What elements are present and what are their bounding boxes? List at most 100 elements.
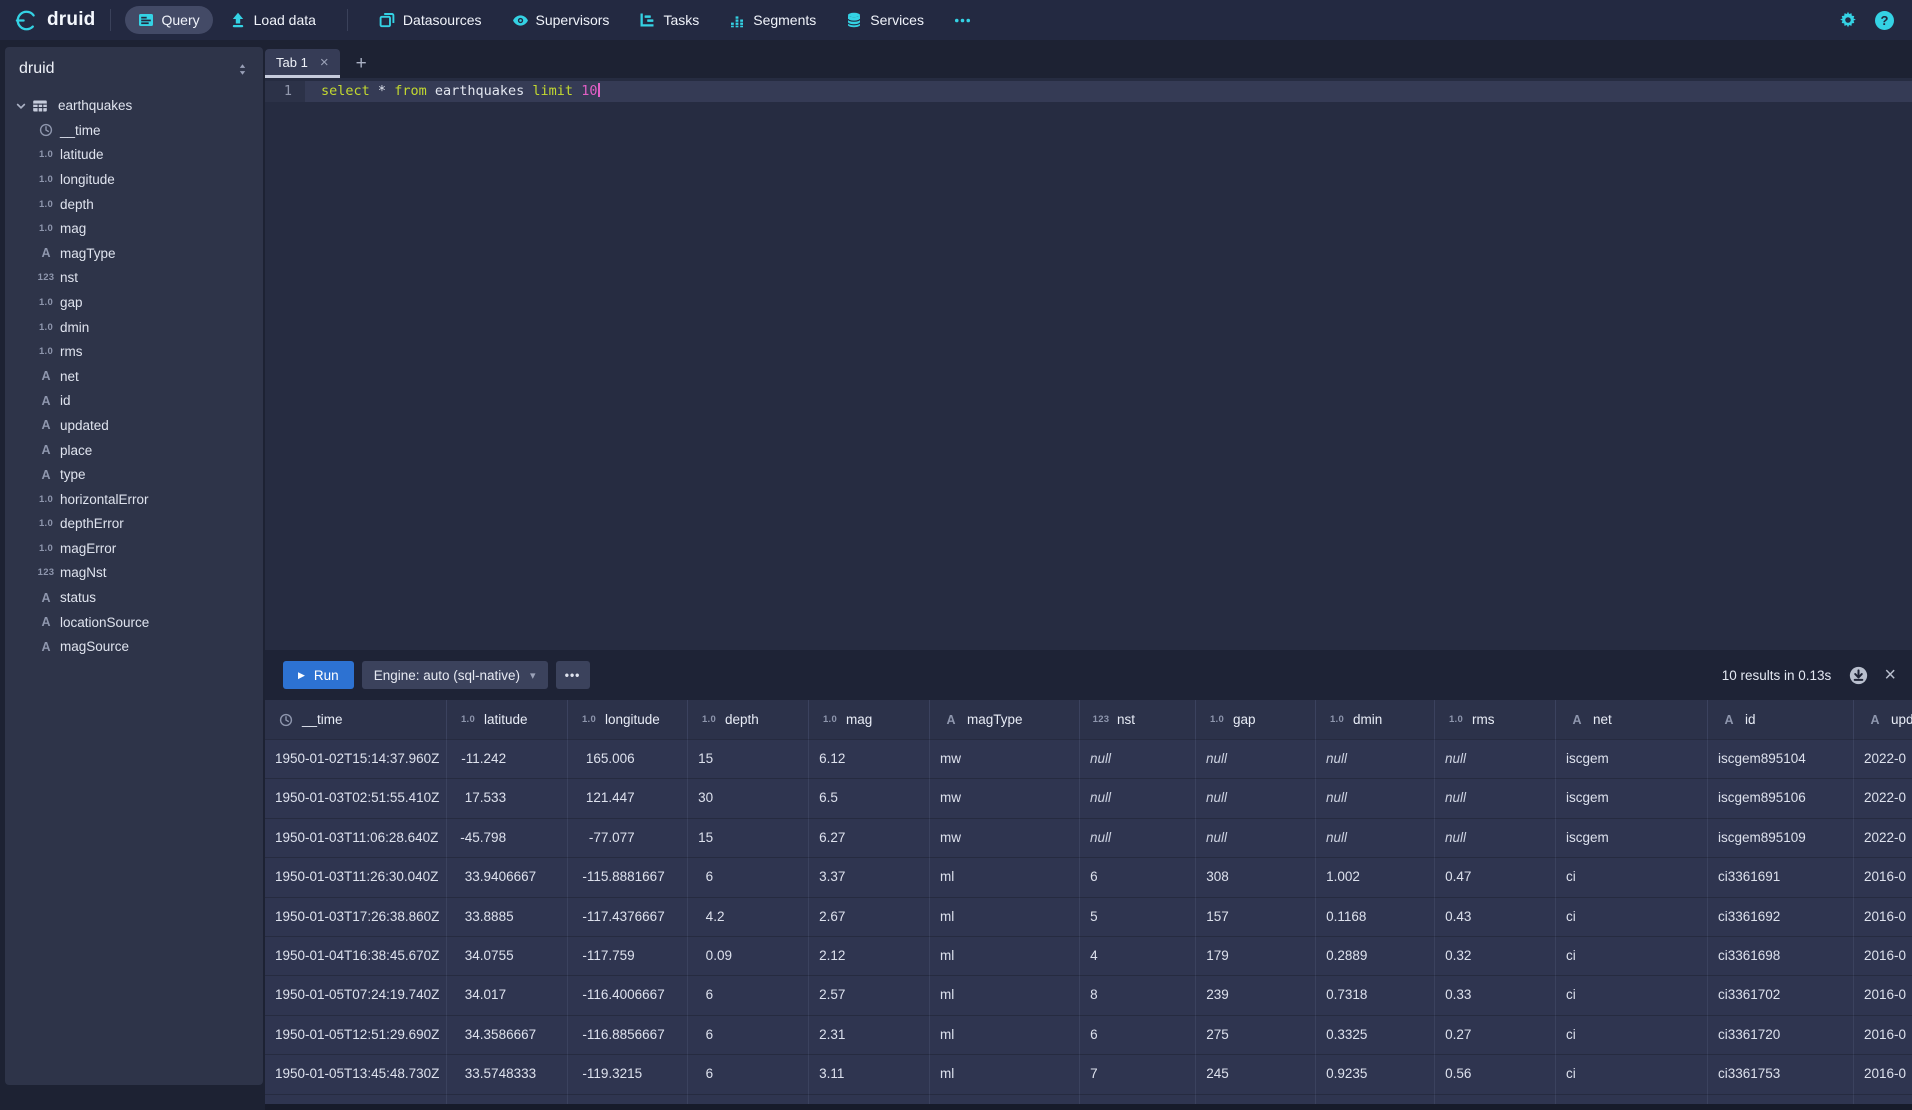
cell-gap[interactable]: null [1196, 819, 1316, 858]
cell-depth[interactable]: 4.2 [688, 898, 809, 937]
nav-item-datasources[interactable]: Datasources [366, 6, 495, 34]
cell-mag[interactable]: 6.5 [809, 779, 930, 818]
column-header-nst[interactable]: 123nst [1080, 700, 1196, 740]
column-header-longitude[interactable]: 1.0longitude [568, 700, 688, 740]
cell-time[interactable]: 1950-01-03T11:06:28.640Z [265, 819, 447, 858]
cell-time[interactable]: 1950-01-03T11:26:30.040Z [265, 858, 447, 897]
run-button[interactable]: ▶ Run [283, 661, 354, 689]
cell-longitude[interactable]: -116.4006667 [568, 976, 688, 1015]
cell-gap[interactable]: 179 [1196, 937, 1316, 976]
cell-longitude[interactable]: 165.006 [568, 740, 688, 779]
cell-depth[interactable]: 30 [688, 779, 809, 818]
sidebar-column-dmin[interactable]: 1.0dmin [5, 315, 263, 340]
cell-latitude[interactable]: -45.798 [447, 819, 568, 858]
nav-item-segments[interactable]: Segments [716, 6, 829, 34]
cell-time[interactable]: 1950-01-05T07:24:19.740Z [265, 976, 447, 1015]
tab-close-icon[interactable]: × [320, 55, 329, 70]
cell-longitude[interactable]: -77.077 [568, 819, 688, 858]
cell-nst[interactable]: null [1080, 779, 1196, 818]
sidebar-column-horizontalerror[interactable]: 1.0horizontalError [5, 487, 263, 512]
sidebar-column-place[interactable]: Aplace [5, 438, 263, 463]
sidebar-column-time[interactable]: __time [5, 118, 263, 143]
new-tab-button[interactable]: + [356, 54, 367, 78]
sidebar-column-longitude[interactable]: 1.0longitude [5, 167, 263, 192]
help-icon[interactable]: ? [1875, 11, 1894, 30]
cell-nst[interactable]: 6 [1080, 858, 1196, 897]
cell-id[interactable]: ci3361698 [1708, 937, 1854, 976]
tab-1[interactable]: Tab 1 × [265, 49, 340, 78]
cell-gap[interactable]: 157 [1196, 898, 1316, 937]
cell-updated[interactable]: 2022-0 [1854, 740, 1912, 779]
cell-depth[interactable]: 6 [688, 1016, 809, 1055]
nav-item-load-data[interactable]: Load data [217, 6, 329, 34]
cell-id[interactable]: ci3361691 [1708, 858, 1854, 897]
cell-net[interactable]: iscgem [1556, 819, 1708, 858]
cell-nst[interactable]: null [1080, 740, 1196, 779]
column-header-depth[interactable]: 1.0depth [688, 700, 809, 740]
cell-mag[interactable]: 3.11 [809, 1055, 930, 1094]
cell-nst[interactable]: 5 [1080, 898, 1196, 937]
cell-nst[interactable]: 7 [1080, 1055, 1196, 1094]
cell-time[interactable]: 1950-01-05T13:45:48.730Z [265, 1055, 447, 1094]
cell-gap[interactable]: 239 [1196, 976, 1316, 1015]
cell-dmin[interactable]: 0.7318 [1316, 976, 1435, 1015]
cell-magtype[interactable]: mw [930, 779, 1080, 818]
cell-mag[interactable]: 6.12 [809, 740, 930, 779]
cell-net[interactable]: ci [1556, 976, 1708, 1015]
schema-selector[interactable]: druid [5, 47, 263, 81]
cell-net[interactable]: ci [1556, 1016, 1708, 1055]
druid-logo[interactable]: druid [14, 8, 96, 33]
cell-magtype[interactable]: ml [930, 1055, 1080, 1094]
sidebar-column-gap[interactable]: 1.0gap [5, 290, 263, 315]
cell-rms[interactable]: 0.56 [1435, 1055, 1556, 1094]
cell-id[interactable]: ci3361720 [1708, 1016, 1854, 1055]
sidebar-column-net[interactable]: Anet [5, 364, 263, 389]
column-header-time[interactable]: __time [265, 700, 447, 740]
column-header-rms[interactable]: 1.0rms [1435, 700, 1556, 740]
cell-latitude[interactable]: 34.0755 [447, 937, 568, 976]
column-header-mag[interactable]: 1.0mag [809, 700, 930, 740]
cell-magtype[interactable]: ml [930, 1016, 1080, 1055]
cell-id[interactable]: ci3361753 [1708, 1055, 1854, 1094]
cell-updated[interactable]: 2016-0 [1854, 1055, 1912, 1094]
settings-gear-icon[interactable] [1839, 11, 1857, 29]
cell-depth[interactable]: 0.09 [688, 937, 809, 976]
sidebar-column-deptherror[interactable]: 1.0depthError [5, 512, 263, 537]
sidebar-column-depth[interactable]: 1.0depth [5, 192, 263, 217]
download-icon[interactable] [1849, 666, 1868, 685]
cell-magtype[interactable]: mw [930, 740, 1080, 779]
cell-longitude[interactable]: -119.3215 [568, 1055, 688, 1094]
cell-id[interactable]: iscgem895104 [1708, 740, 1854, 779]
cell-gap[interactable]: null [1196, 779, 1316, 818]
cell-rms[interactable]: 0.27 [1435, 1016, 1556, 1055]
cell-net[interactable]: ci [1556, 937, 1708, 976]
cell-gap[interactable]: 275 [1196, 1016, 1316, 1055]
close-results-icon[interactable]: × [1882, 665, 1898, 685]
column-header-dmin[interactable]: 1.0dmin [1316, 700, 1435, 740]
cell-latitude[interactable]: 33.9406667 [447, 858, 568, 897]
cell-dmin[interactable]: null [1316, 779, 1435, 818]
cell-id[interactable]: ci3361702 [1708, 976, 1854, 1015]
cell-longitude[interactable]: 121.447 [568, 779, 688, 818]
nav-item-query[interactable]: Query [125, 6, 213, 34]
cell-depth[interactable]: 6 [688, 858, 809, 897]
cell-id[interactable]: iscgem895109 [1708, 819, 1854, 858]
sidebar-column-latitude[interactable]: 1.0latitude [5, 143, 263, 168]
cell-dmin[interactable]: 0.9235 [1316, 1055, 1435, 1094]
column-header-magtype[interactable]: AmagType [930, 700, 1080, 740]
sidebar-column-magsource[interactable]: AmagSource [5, 634, 263, 659]
cell-rms[interactable]: null [1435, 740, 1556, 779]
sidebar-column-updated[interactable]: Aupdated [5, 413, 263, 438]
cell-rms[interactable]: 0.43 [1435, 898, 1556, 937]
sidebar-column-status[interactable]: Astatus [5, 585, 263, 610]
sql-editor[interactable]: 1 select * from earthquakes limit 10 [265, 78, 1912, 650]
cell-mag[interactable]: 2.57 [809, 976, 930, 1015]
sidebar-column-locationsource[interactable]: AlocationSource [5, 610, 263, 635]
cell-mag[interactable]: 2.31 [809, 1016, 930, 1055]
cell-latitude[interactable]: 33.5748333 [447, 1055, 568, 1094]
cell-time[interactable]: 1950-01-03T02:51:55.410Z [265, 779, 447, 818]
sidebar-column-rms[interactable]: 1.0rms [5, 339, 263, 364]
cell-updated[interactable]: 2016-0 [1854, 898, 1912, 937]
cell-latitude[interactable]: 34.3586667 [447, 1016, 568, 1055]
cell-dmin[interactable]: 0.1168 [1316, 898, 1435, 937]
